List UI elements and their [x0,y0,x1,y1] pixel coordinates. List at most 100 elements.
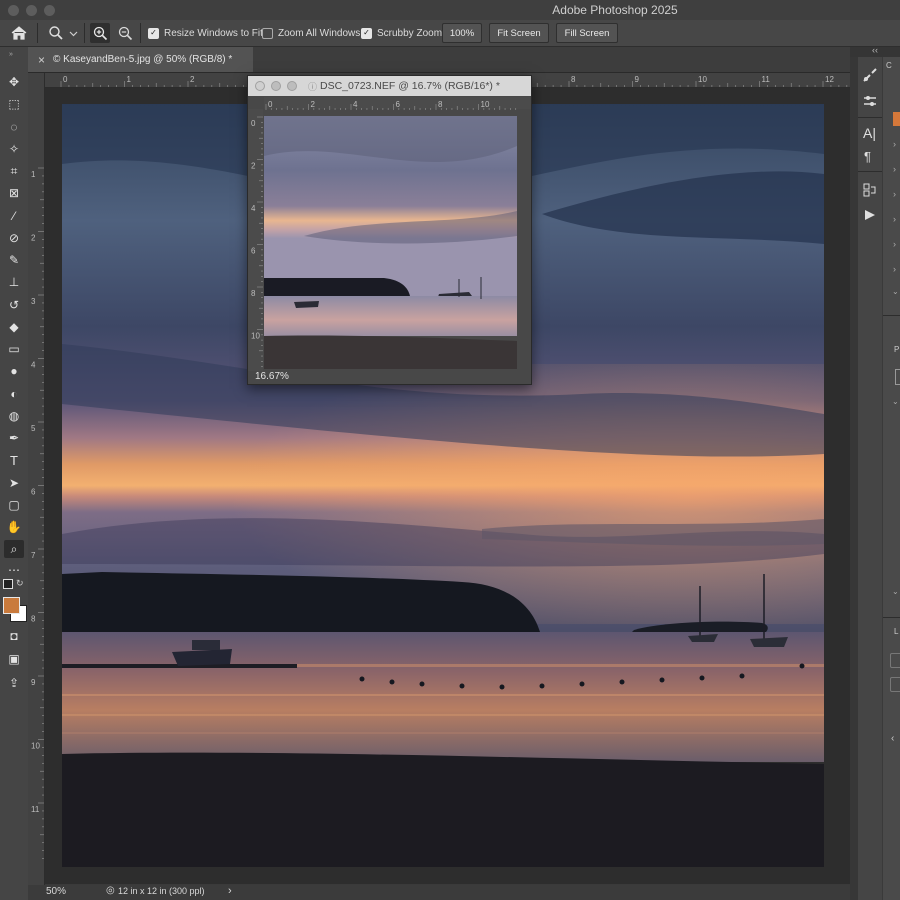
zoom-out-button[interactable] [118,20,133,46]
chevron-right-icon[interactable]: › [893,189,896,199]
tool-button-crop[interactable]: ⌗ [4,162,24,180]
tool-button-healing-brush[interactable]: ⊘ [4,229,24,247]
tool-button-eraser[interactable]: ◆ [4,318,24,336]
ruler-tick-label: 1 [31,170,36,179]
floating-document-window[interactable]: ⓘ DSC_0723.NEF @ 16.7% (RGB/16*) * 0 2 4 6 8… [247,75,532,385]
panel-tab-p[interactable]: P [894,345,899,354]
chevron-right-icon[interactable]: › [893,239,896,249]
tool-preset-picker[interactable] [48,20,78,46]
window-zoom-button[interactable] [287,81,297,91]
rectangle-icon: ▢ [8,498,20,512]
tool-button-blur[interactable]: ● [4,362,24,380]
chevron-down-icon[interactable]: ⌄ [892,397,899,406]
tool-button-eyedropper[interactable]: ⁄ [4,207,24,225]
panel-field[interactable] [890,653,900,668]
document-tab[interactable]: × © KaseyandBen-5.jpg @ 50% (RGB/8) * [28,47,253,72]
tool-button-zoom[interactable]: ⌕ [4,540,24,558]
tool-button-dodge[interactable]: ◐ [4,385,24,403]
resize-windows-checkbox[interactable]: ✓ Resize Windows to Fit [148,20,263,46]
fill-screen-button[interactable]: Fill Screen [556,23,618,43]
status-menu-arrow[interactable]: › [228,885,232,897]
tool-button-type[interactable]: T [4,451,24,469]
tool-button-frame[interactable]: ⊠ [4,184,24,202]
ruler-tick-label: 0 [268,100,273,109]
tool-button-hand[interactable]: ✋ [4,518,24,536]
play-button[interactable] [864,208,876,226]
frame-icon: ⊠ [8,186,20,200]
tool-button-lasso[interactable]: ◌ [4,118,24,136]
tool-button-share[interactable]: ⇪ [4,674,24,692]
character-icon[interactable]: A| [863,125,876,141]
tool-button-gradient[interactable]: ▭ [4,340,24,358]
chevron-right-icon[interactable]: › [893,139,896,149]
tool-button-brush[interactable]: ✎ [4,251,24,269]
paragraph-icon[interactable]: ¶ [864,149,871,164]
vertical-ruler[interactable]: 1 2 3 4 5 6 7 8 9 10 11 [28,73,45,885]
file-proxy-icon: ⓘ [308,82,318,92]
zoom-icon: ⌕ [10,541,18,556]
history-brush-icon: ↺ [8,298,20,312]
ruler-tick-label: 9 [635,75,640,84]
floating-document-canvas[interactable] [264,116,517,369]
options-bar: ✓ Resize Windows to Fit Zoom All Windows… [0,20,900,47]
actions-button[interactable] [863,183,877,202]
zoom-100-button[interactable]: 100% [442,23,482,43]
chevron-left-icon[interactable]: ‹ [891,733,894,744]
ruler-tick-label: 2 [31,234,36,243]
chevron-right-icon[interactable]: › [893,214,896,224]
window-close-button[interactable] [255,81,265,91]
collapse-arrows-icon[interactable]: » [9,51,13,58]
tool-button-screen-mode[interactable]: ▣ [4,650,24,668]
floating-horizontal-ruler[interactable]: 0 2 4 6 8 10 [264,97,531,110]
panel-field[interactable] [895,369,900,385]
tool-button-clone-stamp[interactable]: ⊥ [4,273,24,291]
tool-button-path-selection[interactable]: ➤ [4,474,24,492]
chevron-right-icon[interactable]: › [893,164,896,174]
home-button[interactable] [10,20,28,46]
foreground-color-swatch[interactable] [3,597,20,614]
fit-screen-button[interactable]: Fit Screen [489,23,549,43]
zoom-in-button[interactable] [90,20,110,46]
tool-button-rectangle[interactable]: ▢ [4,496,24,514]
document-tab-bar: × © KaseyandBen-5.jpg @ 50% (RGB/8) * [28,47,850,73]
swap-colors-icon[interactable]: ↻ [16,578,24,589]
chevron-right-icon[interactable]: › [893,264,896,274]
tool-button-history-brush[interactable]: ↺ [4,296,24,314]
window-minimize-button[interactable] [271,81,281,91]
panel-tab-c[interactable]: C [886,61,892,70]
blur-icon: ● [10,364,18,378]
tool-button-pen[interactable]: ✒ [4,429,24,447]
chevron-down-icon[interactable]: ⌄ [892,287,899,296]
tab-close-icon[interactable]: × [38,53,45,67]
tool-button-magic-wand[interactable]: ✧ [4,140,24,158]
lake-sunset-thumbnail [264,116,517,369]
floating-vertical-ruler[interactable]: 0 2 4 6 8 10 [248,109,263,371]
status-zoom[interactable]: 50% [46,886,66,897]
tool-button-sponge[interactable]: ◍ [4,407,24,425]
tool-button-more-tools[interactable]: ⋯ [4,561,24,579]
gradient-icon: ▭ [8,342,20,356]
healing-brush-icon: ⊘ [8,231,20,245]
tool-button-move[interactable]: ✥ [4,73,24,91]
floating-window-zoom[interactable]: 16.67% [255,371,289,382]
brush-settings-button[interactable] [862,67,878,88]
tool-button-marquee[interactable]: ⬚ [4,95,24,113]
panel-color-swatch[interactable] [893,112,900,126]
ruler-tick-label: 10 [31,742,40,751]
zoom-in-icon [93,26,107,40]
ruler-tick-label: 10 [481,100,490,109]
collapsed-panels: C › › › › › › ⌄ P ⌄ ⌄ L ‹ [883,57,900,900]
panel-field[interactable] [890,677,900,692]
chevron-down-icon[interactable]: ⌄ [892,587,899,596]
zoom-all-windows-checkbox[interactable]: Zoom All Windows [262,20,360,46]
share-icon: ⇪ [8,676,20,690]
scrubby-zoom-checkbox[interactable]: ✓ Scrubby Zoom [361,20,442,46]
tool-button-quick-mask[interactable]: ◘ [4,627,24,645]
panel-tab-l[interactable]: L [894,627,898,636]
collapse-panels-icon[interactable]: ‹‹ [872,45,878,55]
default-colors-icon[interactable] [3,579,13,589]
floating-window-title-bar[interactable]: ⓘ DSC_0723.NEF @ 16.7% (RGB/16*) * [248,76,531,96]
more-tools-icon: ⋯ [8,563,20,577]
home-icon [11,26,27,40]
adjustments-button[interactable] [862,93,878,114]
